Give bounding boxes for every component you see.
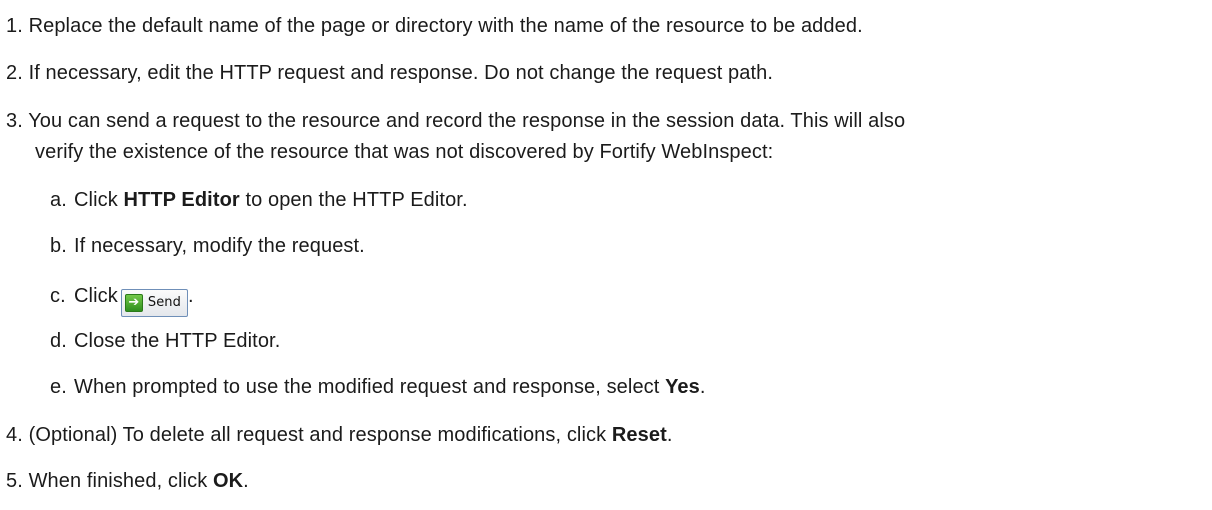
send-button-label: Send	[147, 294, 181, 310]
substep-text: Close the HTTP Editor.	[74, 330, 281, 352]
substep-text-post: .	[188, 285, 194, 307]
step-3: 3. You can send a request to the resourc…	[6, 109, 905, 133]
step-text: Replace the default name of the page or …	[28, 15, 863, 37]
step-text-line-1: You can send a request to the resource a…	[28, 110, 906, 132]
substep-letter: a.	[50, 189, 67, 211]
substep-letter: c.	[50, 285, 66, 307]
step-number: 3.	[6, 110, 23, 132]
substep-b: b. If necessary, modify the request.	[50, 234, 365, 258]
step-number: 5.	[6, 470, 23, 492]
send-button[interactable]: ➔ Send	[120, 288, 188, 317]
substep-d: d. Close the HTTP Editor.	[50, 329, 280, 353]
substep-e: e. When prompted to use the modified requ…	[50, 375, 706, 399]
substep-letter: b.	[50, 235, 67, 257]
substep-text-pre: Click	[74, 285, 118, 307]
step-number: 1.	[6, 15, 23, 37]
step-text-pre: When finished, click	[28, 470, 213, 492]
step-4: 4. (Optional) To delete all request and …	[6, 423, 673, 447]
step-1: 1. Replace the default name of the page …	[6, 14, 863, 38]
step-text-post: .	[243, 470, 249, 492]
step-text-line-2: verify the existence of the resource tha…	[35, 141, 774, 163]
ok-label: OK	[212, 470, 244, 492]
substep-letter: d.	[50, 330, 67, 352]
substep-a: a. Click HTTP Editor to open the HTTP Edi…	[50, 188, 468, 212]
http-editor-label: HTTP Editor	[123, 189, 240, 211]
step-text-post: .	[666, 424, 673, 446]
substep-text-pre: When prompted to use the modified reques…	[74, 376, 666, 398]
substep-text-pre: Click	[74, 189, 124, 211]
reset-label: Reset	[611, 424, 667, 446]
step-3-continuation: verify the existence of the resource tha…	[35, 140, 773, 164]
green-arrow-right-icon: ➔	[124, 293, 143, 312]
substep-c: c. Click ➔ Send.	[50, 284, 194, 317]
instructions-document: 1. Replace the default name of the page …	[0, 0, 1212, 510]
substep-text: If necessary, modify the request.	[74, 235, 365, 257]
step-2: 2. If necessary, edit the HTTP request a…	[6, 61, 773, 85]
step-5: 5. When finished, click OK.	[6, 469, 249, 493]
step-number: 2.	[6, 62, 23, 84]
step-text: If necessary, edit the HTTP request and …	[28, 62, 774, 84]
substep-text-post: .	[699, 376, 706, 398]
substep-text-post: to open the HTTP Editor.	[239, 189, 468, 211]
step-text-pre: (Optional) To delete all request and res…	[28, 424, 612, 446]
substep-letter: e.	[50, 376, 67, 398]
step-number: 4.	[6, 424, 23, 446]
yes-label: Yes	[665, 376, 700, 398]
